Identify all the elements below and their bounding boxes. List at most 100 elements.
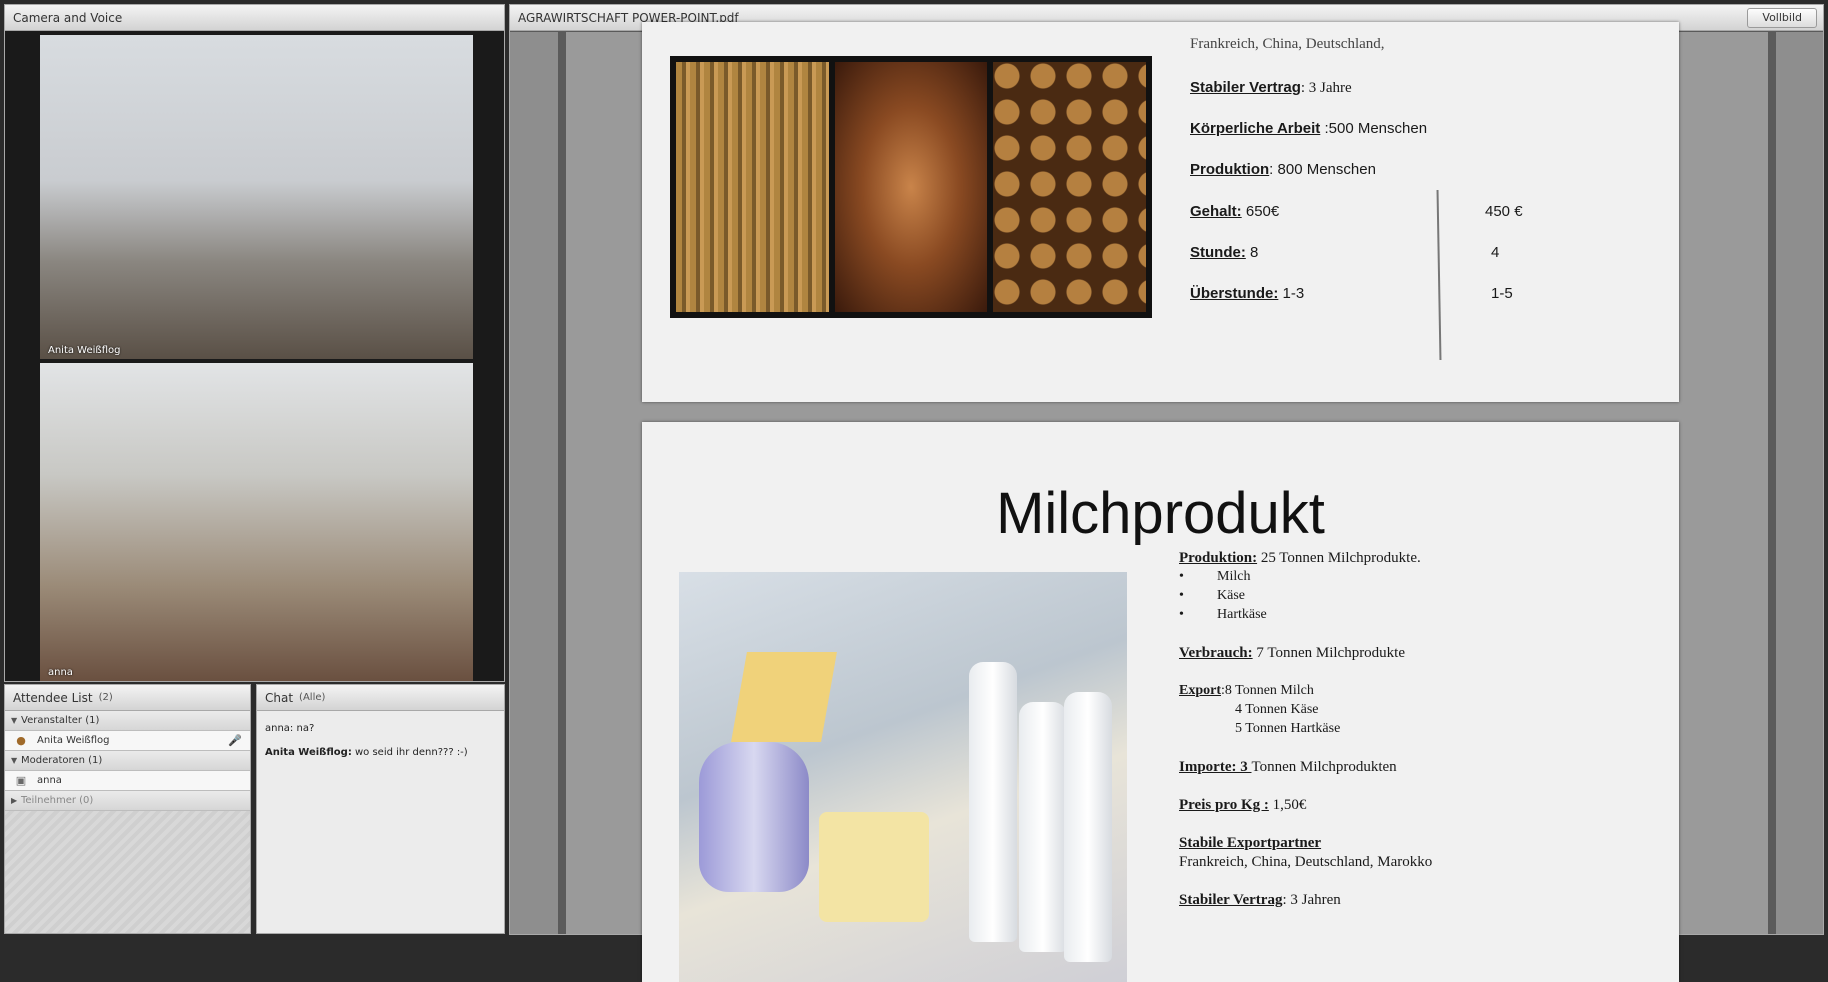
bullet-item: • Hartkäse <box>1179 607 1267 623</box>
value: 8 <box>1245 244 1259 261</box>
document-viewer[interactable]: Frankreich, China, Deutschland, Stabiler… <box>510 22 1823 982</box>
photo-shape <box>731 652 837 742</box>
label: Verbrauch: <box>1179 645 1253 661</box>
bullet-char: • <box>1179 607 1184 622</box>
value: 5 Tonnen Hartkäse <box>1235 721 1341 736</box>
value: : 800 Menschen <box>1269 161 1376 178</box>
page2-consumption: Verbrauch: 7 Tonnen Milchprodukte <box>1179 645 1405 662</box>
attendee-list-pod: Attendee List (2) ▼ Veranstalter (1) ● A… <box>4 684 251 934</box>
group-label: Teilnehmer (0) <box>21 795 94 806</box>
chat-messages: anna: na? Anita Weißflog: wo seid ihr de… <box>257 711 504 771</box>
photo-shape <box>1064 692 1112 962</box>
page2-imports: Importe: 3 Tonnen Milchprodukten <box>1179 759 1397 776</box>
fullscreen-button[interactable]: Vollbild <box>1747 7 1817 28</box>
photo-shape <box>819 812 929 922</box>
chat-pod-title: Chat <box>265 690 294 705</box>
share-pod: AGRAWIRTSCHAFT POWER-POINT.pdf Vollbild … <box>509 4 1824 982</box>
page1-hours-2: 4 <box>1491 244 1500 261</box>
page2-export-line: 4 Tonnen Käse <box>1179 702 1319 718</box>
page1-top-line: Frankreich, China, Deutschland, <box>1190 36 1385 52</box>
video-name-label: Anita Weißflog <box>48 345 121 356</box>
video-feed-anita[interactable]: Anita Weißflog <box>40 35 473 359</box>
label: Gehalt: <box>1190 203 1242 220</box>
group-label: Veranstalter (1) <box>21 715 100 726</box>
page1-production: Produktion: 800 Menschen <box>1190 161 1376 178</box>
chat-text: na? <box>293 723 315 734</box>
chat-author: anna: <box>265 723 294 734</box>
photo-shape <box>1019 702 1067 952</box>
tobacco-photo-collage <box>670 56 1152 318</box>
bullet-text: Milch <box>1217 569 1251 584</box>
bullet-item: • Milch <box>1179 569 1250 585</box>
document-page-1: Frankreich, China, Deutschland, Stabiler… <box>642 22 1679 402</box>
page2-export-line: 5 Tonnen Hartkäse <box>1179 721 1340 737</box>
page1-contract: Stabiler Vertrag: 3 Jahre <box>1190 79 1352 97</box>
page1-hours: Stunde: 8 <box>1190 244 1258 261</box>
bullet-item: • Käse <box>1179 588 1245 604</box>
value: 1-3 <box>1278 285 1305 302</box>
chevron-down-icon: ▼ <box>11 716 18 725</box>
chat-message: anna: na? <box>265 717 496 741</box>
page2-price: Preis pro Kg : 1,50€ <box>1179 797 1306 814</box>
page1-work: Körperliche Arbeit :500 Menschen <box>1190 120 1427 137</box>
host-user-icon: ● <box>16 734 26 747</box>
chevron-right-icon: ▶ <box>11 796 18 805</box>
bullet-text: Hartkäse <box>1217 607 1267 622</box>
attendee-name: anna <box>37 775 62 786</box>
chevron-down-icon: ▼ <box>11 756 18 765</box>
camera-pod-title: Camera and Voice <box>13 10 123 25</box>
label: Stabile Exportpartner <box>1179 835 1322 851</box>
page1-salary-2: 450 € <box>1485 203 1523 220</box>
label: Überstunde: <box>1190 285 1279 302</box>
chat-scope[interactable]: (Alle) <box>299 692 325 703</box>
slide-title: Milchprodukt <box>996 481 1325 546</box>
photo-tile <box>834 62 988 312</box>
label: Produktion: <box>1179 550 1258 566</box>
video-name-label: anna <box>48 667 73 678</box>
value: : 3 Jahren <box>1282 892 1341 908</box>
value: 7 Tonnen Milchprodukte <box>1252 645 1406 661</box>
value: Tonnen Milchprodukten <box>1251 759 1397 775</box>
photo-shape <box>969 662 1017 942</box>
value: 1,50€ <box>1268 797 1307 813</box>
chat-text: wo seid ihr denn??? :-) <box>351 747 468 758</box>
microphone-icon: 🎤 <box>228 734 242 747</box>
group-veranstalter[interactable]: ▼ Veranstalter (1) <box>5 711 250 731</box>
camera-voice-pod: Camera and Voice Anita Weißflog anna <box>4 4 505 682</box>
group-label: Moderatoren (1) <box>21 755 103 766</box>
attendee-pod-title: Attendee List <box>13 690 93 705</box>
chat-pod: Chat (Alle) anna: na? Anita Weißflog: wo… <box>256 684 505 934</box>
label: Stabiler Vertrag <box>1179 892 1283 908</box>
value: :500 Menschen <box>1320 120 1428 137</box>
photo-tile <box>993 62 1147 312</box>
label: Stabiler Vertrag <box>1190 79 1301 96</box>
page2-export: Export:8 Tonnen Milch <box>1179 683 1314 699</box>
label: Stunde: <box>1190 244 1246 261</box>
bullet-char: • <box>1179 569 1184 584</box>
document-page-2: Milchprodukt Produktion: 25 Tonnen Milch… <box>642 422 1679 982</box>
label: Export <box>1179 683 1221 698</box>
page1-salary: Gehalt: 650€ <box>1190 203 1279 220</box>
photo-tile <box>676 62 829 312</box>
label: Produktion <box>1190 161 1270 178</box>
attendee-count: (2) <box>98 692 113 703</box>
bullet-text: Käse <box>1217 588 1245 603</box>
attendee-row-host[interactable]: ● Anita Weißflog 🎤 <box>5 731 250 751</box>
label: Importe: 3 <box>1179 759 1252 775</box>
attendee-row-moderator[interactable]: ▣ anna <box>5 771 250 791</box>
attendee-pod-header: Attendee List (2) <box>5 685 250 711</box>
label: Körperliche Arbeit <box>1190 120 1321 137</box>
group-moderatoren[interactable]: ▼ Moderatoren (1) <box>5 751 250 771</box>
video-feed-anna[interactable]: anna <box>40 363 473 681</box>
page2-contract: Stabiler Vertrag: 3 Jahren <box>1179 892 1341 909</box>
value: 25 Tonnen Milchprodukte. <box>1257 550 1421 566</box>
photo-shape <box>699 742 809 892</box>
bullet-char: • <box>1179 588 1184 603</box>
dairy-products-photo <box>679 572 1127 982</box>
page2-partners: Stabile Exportpartner <box>1179 835 1321 852</box>
page2-production: Produktion: 25 Tonnen Milchprodukte. <box>1179 550 1421 567</box>
chat-message: Anita Weißflog: wo seid ihr denn??? :-) <box>265 741 496 765</box>
label: Preis pro Kg : <box>1179 797 1269 813</box>
value: 650€ <box>1241 203 1280 220</box>
group-teilnehmer[interactable]: ▶ Teilnehmer (0) <box>5 791 250 811</box>
